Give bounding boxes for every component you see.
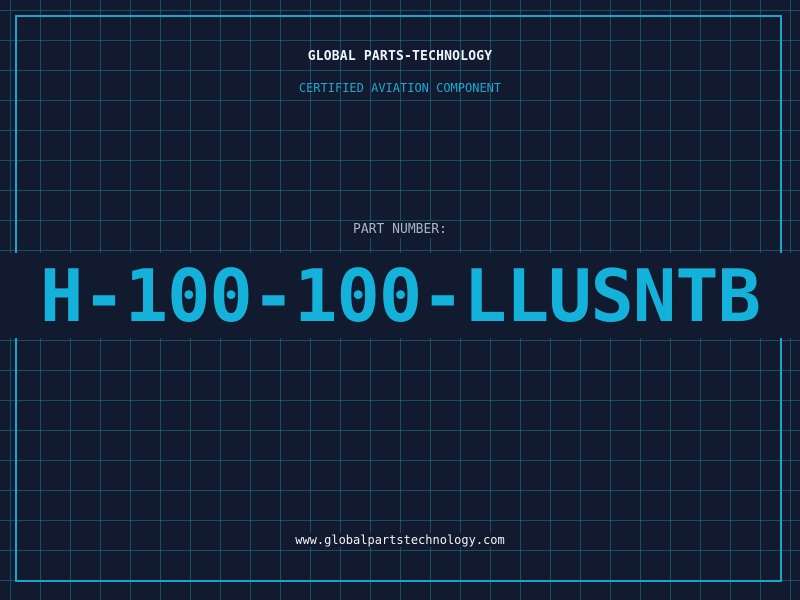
certificate-canvas: GLOBAL PARTS-TECHNOLOGY CERTIFIED AVIATI… [0, 0, 800, 600]
part-number-label-row: PART NUMBER: [0, 220, 800, 238]
brand-tagline: CERTIFIED AVIATION COMPONENT [298, 81, 502, 95]
part-number-value: H-100-100-LLUSNTB [40, 254, 761, 338]
part-number-label: PART NUMBER: [347, 221, 453, 238]
brand-title: GLOBAL PARTS-TECHNOLOGY [307, 49, 493, 64]
website-url: www.globalpartstechnology.com [291, 533, 509, 547]
footer-row: www.globalpartstechnology.com [0, 531, 800, 549]
